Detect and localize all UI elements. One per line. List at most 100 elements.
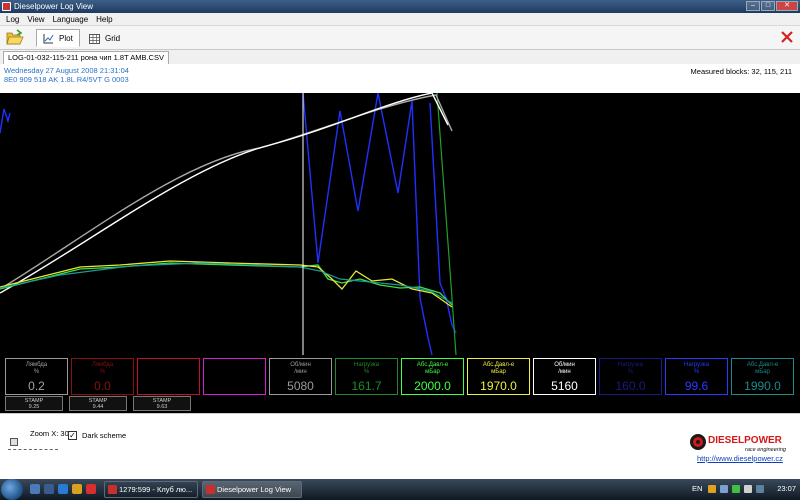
channel-panel[interactable]: Нагрузка % 160.0 (599, 358, 662, 395)
menu-help[interactable]: Help (92, 15, 116, 24)
channel-panel[interactable]: Нагрузка % 99.6 (665, 358, 728, 395)
tab-grid[interactable]: Grid (82, 29, 127, 47)
channel-name (204, 362, 265, 376)
network-icon[interactable] (756, 485, 764, 493)
opera-task-icon (108, 485, 117, 494)
folder-open-icon (6, 29, 24, 45)
volume-icon[interactable] (744, 485, 752, 493)
zoom-slider[interactable] (8, 438, 58, 450)
stamp-value: 9.63 (156, 404, 168, 410)
dark-scheme-checkbox[interactable]: ✓ (68, 431, 77, 440)
window-controls: – □ ✕ (746, 1, 798, 11)
close-window-button[interactable]: ✕ (776, 1, 798, 11)
channel-panel[interactable]: Абс.Давл-е мБар 1990.0 (731, 358, 794, 395)
channel-panel[interactable]: Нагрузка % 161.7 (335, 358, 398, 395)
start-button[interactable] (1, 479, 23, 500)
channel-panel[interactable] (137, 358, 200, 395)
window-title: Dieselpower Log View (14, 2, 94, 11)
channel-name: Об/мин /мин (554, 362, 575, 375)
opera-icon[interactable] (86, 484, 96, 494)
channel-value: 99.6 (684, 379, 709, 393)
logo-sub-text: race engineering (745, 447, 787, 453)
switch-windows-icon[interactable] (44, 484, 54, 494)
app-icon (2, 2, 11, 11)
zoom-label: Zoom X: 30 (30, 429, 69, 438)
ecu-info: 8E0 909 518 AK 1.8L R4/5VT G 0003 (4, 75, 129, 84)
plot-icon (43, 34, 54, 44)
channel-value: 0.2 (28, 379, 45, 393)
grid-icon (89, 34, 100, 44)
menu-language[interactable]: Language (49, 15, 93, 24)
measured-blocks: Measured blocks: 32, 115, 211 (690, 67, 792, 76)
tab-plot-label: Plot (59, 34, 73, 43)
plot-area[interactable] (0, 93, 800, 355)
language-indicator[interactable]: EN (692, 484, 702, 493)
channel-panel[interactable]: Абс.Давл-е мБар 1970.0 (467, 358, 530, 395)
channel-value: 1990.0 (744, 379, 781, 393)
channel-name: Лямбда % (91, 362, 114, 375)
menu-bar: Log View Language Help (0, 13, 800, 26)
window-title-bar: Dieselpower Log View – □ ✕ (0, 0, 800, 13)
file-tab-strip: LOG-01-032-115-211 рона чип 1.8T AMB.CSV (0, 50, 800, 64)
channel-name: Нагрузка % (618, 362, 643, 375)
taskbar: 1279:599 - Клуб лю... Dieselpower Log Vi… (0, 479, 800, 500)
zoom-slider-thumb[interactable] (10, 438, 18, 446)
file-tab[interactable]: LOG-01-032-115-211 рона чип 1.8T AMB.CSV (3, 51, 169, 64)
stamp-value: 9.25 (28, 404, 40, 410)
taskbar-item-logview-label: Dieselpower Log View (217, 485, 292, 494)
plot-canvas[interactable] (0, 93, 800, 355)
maximize-button[interactable]: □ (761, 1, 775, 11)
tab-plot[interactable]: Plot (36, 29, 80, 47)
browser-icon[interactable] (58, 484, 68, 494)
menu-log[interactable]: Log (2, 15, 23, 24)
logo-main-text: DIESELPOWER (708, 435, 783, 446)
channel-name: Абс.Давл-е мБар (746, 362, 779, 375)
dieselpower-logo: DIESELPOWER race engineering (690, 434, 787, 453)
tray-icon[interactable] (732, 485, 740, 493)
channel-name: Абс.Давл-е мБар (416, 362, 449, 375)
show-desktop-icon[interactable] (30, 484, 40, 494)
channel-name: Нагрузка % (354, 362, 379, 375)
channel-name: Лямбда % (25, 362, 48, 375)
open-file-button[interactable] (6, 29, 24, 46)
taskbar-item-forum-label: 1279:599 - Клуб лю... (119, 485, 193, 494)
channel-value: 2000.0 (414, 379, 451, 393)
channel-value: 5080 (287, 379, 314, 393)
red-x-icon (781, 31, 793, 43)
bottom-bar: Zoom X: 30 ✓ Dark scheme DIESELPOWER rac… (0, 413, 800, 479)
stamp-box: STAMP 9.63 (133, 396, 191, 411)
log-date: Wednesday 27 August 2008 21:31:04 (4, 66, 129, 75)
channel-value: 161.7 (351, 379, 382, 393)
stamp-box: STAMP 9.25 (5, 396, 63, 411)
tab-grid-label: Grid (105, 34, 121, 43)
channel-value: 160.0 (615, 379, 646, 393)
tray-icon[interactable] (708, 485, 716, 493)
close-log-button[interactable] (780, 30, 794, 44)
channel-value: 1970.0 (480, 379, 517, 393)
toolbar: Plot Grid (0, 26, 800, 50)
tray-icon[interactable] (720, 485, 728, 493)
channel-panel[interactable]: Об/мин /мин 5160 (533, 358, 596, 395)
channel-value: 0.0 (94, 379, 111, 393)
channel-panel[interactable]: Лямбда % 0.0 (71, 358, 134, 395)
website-link[interactable]: http://www.dieselpower.cz (697, 454, 783, 463)
menu-view[interactable]: View (23, 15, 48, 24)
log-info: Wednesday 27 August 2008 21:31:04 8E0 90… (0, 64, 800, 93)
channel-panels: Лямбда % 0.2 Лямбда % 0.0 Об/мин /мин 5080 Наг… (0, 355, 800, 413)
channel-panel[interactable]: Лямбда % 0.2 (5, 358, 68, 395)
channel-value: 5160 (551, 379, 578, 393)
logview-task-icon (206, 485, 215, 494)
channel-panel[interactable]: Об/мин /мин 5080 (269, 358, 332, 395)
stamp-box: STAMP 9.44 (69, 396, 127, 411)
taskbar-item-logview[interactable]: Dieselpower Log View (202, 481, 302, 498)
channel-name (138, 362, 199, 376)
stamp-value: 9.44 (92, 404, 104, 410)
minimize-button[interactable]: – (746, 1, 760, 11)
dark-scheme-label: Dark scheme (82, 431, 127, 440)
channel-panel[interactable]: Абс.Давл-е мБар 2000.0 (401, 358, 464, 395)
clock[interactable]: 23:07 (777, 484, 796, 493)
channel-name: Нагрузка % (684, 362, 709, 375)
taskbar-item-forum[interactable]: 1279:599 - Клуб лю... (104, 481, 198, 498)
explorer-icon[interactable] (72, 484, 82, 494)
channel-panel[interactable] (203, 358, 266, 395)
